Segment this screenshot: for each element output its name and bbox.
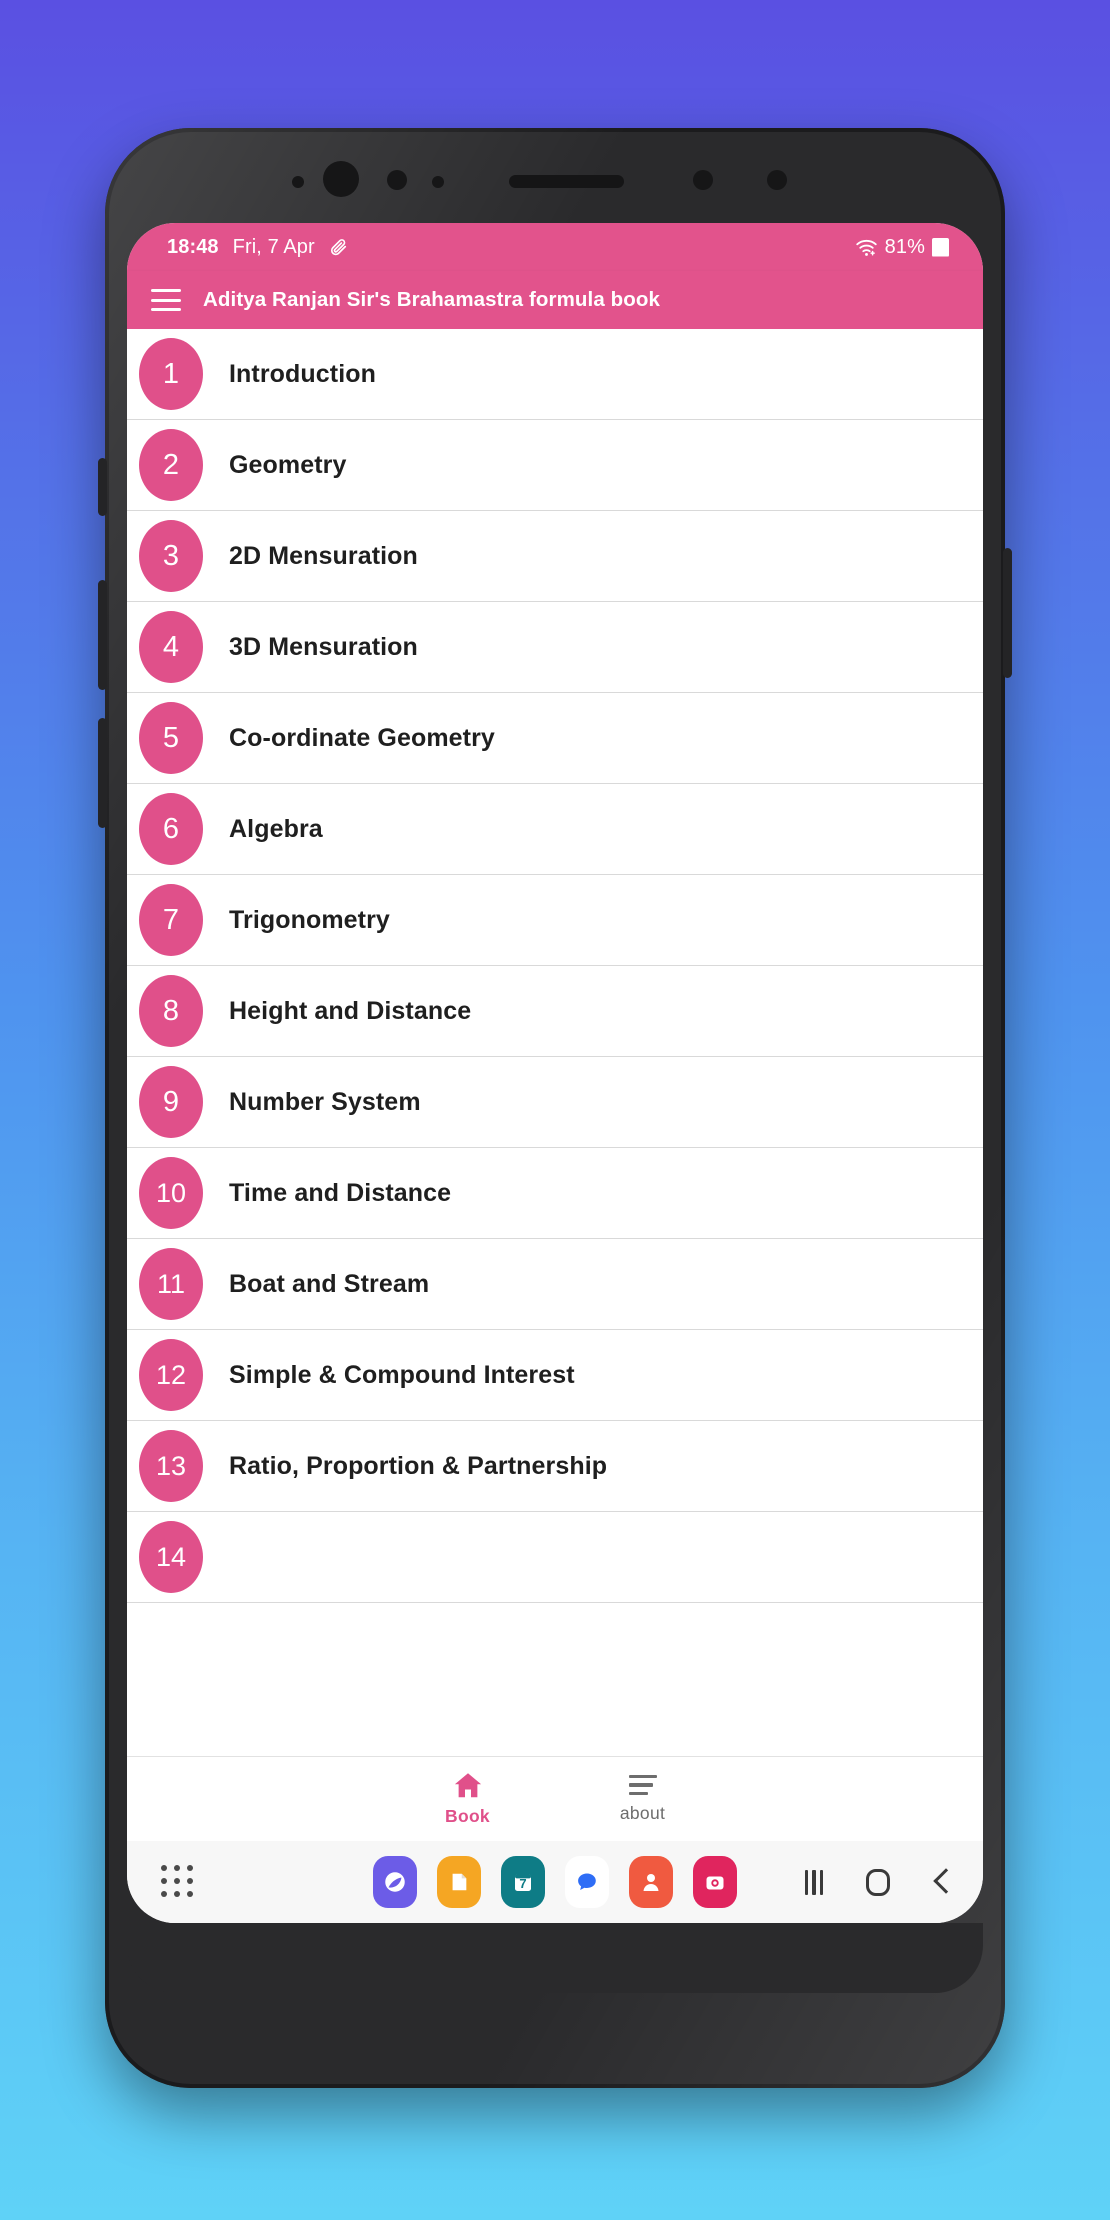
- front-camera: [323, 161, 359, 197]
- notes-icon[interactable]: [437, 1856, 481, 1908]
- proximity-sensor: [693, 170, 713, 190]
- bottom-navigation-bar: Book about: [127, 1756, 983, 1841]
- phone-screen: 18:48 Fri, 7 Apr 81% Aditya Ranjan Sir's…: [127, 223, 983, 1923]
- status-bar-left: 18:48 Fri, 7 Apr: [167, 236, 348, 259]
- page-title: Aditya Ranjan Sir's Brahamastra formula …: [203, 288, 660, 311]
- chapter-title-label: Geometry: [229, 450, 347, 479]
- chapter-row[interactable]: 12 Simple & Compound Interest: [127, 1330, 983, 1421]
- chapter-row[interactable]: 3 2D Mensuration: [127, 511, 983, 602]
- paperclip-icon: [329, 237, 348, 257]
- chapter-number-badge: 4: [139, 611, 203, 683]
- chapter-row[interactable]: 7 Trigonometry: [127, 875, 983, 966]
- chapter-row[interactable]: 2 Geometry: [127, 420, 983, 511]
- camera-icon[interactable]: [693, 1856, 737, 1908]
- chapter-number-badge: 10: [139, 1157, 203, 1229]
- chapter-title-label: Introduction: [229, 359, 377, 388]
- device-chin: [127, 1923, 983, 1993]
- phone-device: 18:48 Fri, 7 Apr 81% Aditya Ranjan Sir's…: [98, 128, 1012, 2088]
- samsung-internet-icon[interactable]: [373, 1856, 417, 1908]
- chapter-title-label: Number System: [229, 1087, 421, 1116]
- chapter-title-label: Ratio, Proportion & Partnership: [229, 1451, 608, 1480]
- chapter-title-label: Height and Distance: [229, 996, 472, 1025]
- chapter-row[interactable]: 8 Height and Distance: [127, 966, 983, 1057]
- bottom-nav-label-book: Book: [445, 1806, 490, 1826]
- power-button[interactable]: [1003, 548, 1012, 678]
- light-sensor: [767, 170, 787, 190]
- hamburger-menu-icon[interactable]: [151, 289, 181, 311]
- chapter-list[interactable]: 1 Introduction 2 Geometry 3 2D Mensuration 4 3D…: [127, 329, 983, 1756]
- chapter-row[interactable]: 5 Co-ordinate Geometry: [127, 693, 983, 784]
- bottom-nav-item-book[interactable]: Book: [380, 1771, 555, 1827]
- chapter-row[interactable]: 9 Number System: [127, 1057, 983, 1148]
- chapter-title-label: Co-ordinate Geometry: [229, 723, 495, 752]
- chapter-row[interactable]: 1 Introduction: [127, 329, 983, 420]
- chapter-title-label: Boat and Stream: [229, 1269, 430, 1298]
- status-date: Fri, 7 Apr: [232, 235, 315, 258]
- calendar-day-badge: 7: [519, 1876, 527, 1891]
- list-lines-icon: [628, 1774, 657, 1796]
- chapter-row[interactable]: 6 Algebra: [127, 784, 983, 875]
- bottom-nav-item-about[interactable]: about: [555, 1774, 730, 1824]
- chapter-title-label: Trigonometry: [229, 905, 390, 934]
- volume-up-button[interactable]: [98, 580, 107, 690]
- chapter-number-badge: 11: [139, 1248, 203, 1320]
- contacts-icon[interactable]: [629, 1856, 673, 1908]
- back-button[interactable]: [933, 1869, 949, 1895]
- chapter-row[interactable]: 11 Boat and Stream: [127, 1239, 983, 1330]
- chapter-title-label: 3D Mensuration: [229, 632, 418, 661]
- messages-icon[interactable]: [565, 1856, 609, 1908]
- sensor-dot-small-right: [432, 176, 444, 188]
- sensor-dot-small-left: [292, 176, 304, 188]
- chapter-number-badge: 9: [139, 1066, 203, 1138]
- chapter-number-badge: 7: [139, 884, 203, 956]
- battery-percent-label: 81%: [884, 235, 925, 258]
- chapter-number-badge: 13: [139, 1430, 203, 1502]
- battery-icon: [932, 237, 949, 257]
- chapter-row[interactable]: 10 Time and Distance: [127, 1148, 983, 1239]
- chapter-number-badge: 5: [139, 702, 203, 774]
- status-bar: 18:48 Fri, 7 Apr 81%: [127, 223, 983, 271]
- iris-sensor: [387, 170, 407, 190]
- chapter-row[interactable]: 14: [127, 1512, 983, 1603]
- wifi-icon: [855, 238, 878, 257]
- chapter-title-label: 2D Mensuration: [229, 541, 418, 570]
- chapter-row[interactable]: 4 3D Mensuration: [127, 602, 983, 693]
- chapter-title-label: Simple & Compound Interest: [229, 1360, 575, 1389]
- earpiece-speaker: [509, 175, 624, 188]
- bixby-button[interactable]: [98, 458, 107, 516]
- chapter-number-badge: 14: [139, 1521, 203, 1593]
- chapter-title-label: Time and Distance: [229, 1178, 452, 1207]
- status-bar-right: 81%: [855, 236, 949, 259]
- status-time: 18:48: [167, 235, 219, 258]
- chapter-row[interactable]: 13 Ratio, Proportion & Partnership: [127, 1421, 983, 1512]
- dock-app-shortcuts: 7: [127, 1856, 983, 1908]
- chapter-number-badge: 1: [139, 338, 203, 410]
- android-system-dock: 7: [127, 1841, 983, 1923]
- chapter-number-badge: 3: [139, 520, 203, 592]
- device-sensor-bar: [105, 128, 1005, 232]
- chapter-number-badge: 6: [139, 793, 203, 865]
- chapter-number-badge: 8: [139, 975, 203, 1047]
- app-bar: Aditya Ranjan Sir's Brahamastra formula …: [127, 271, 983, 329]
- calendar-icon[interactable]: 7: [501, 1856, 545, 1908]
- chapter-title-label: Algebra: [229, 814, 323, 843]
- chapter-number-badge: 12: [139, 1339, 203, 1411]
- volume-down-button[interactable]: [98, 718, 107, 828]
- home-icon: [453, 1771, 483, 1799]
- bottom-nav-label-about: about: [619, 1802, 666, 1823]
- chapter-number-badge: 2: [139, 429, 203, 501]
